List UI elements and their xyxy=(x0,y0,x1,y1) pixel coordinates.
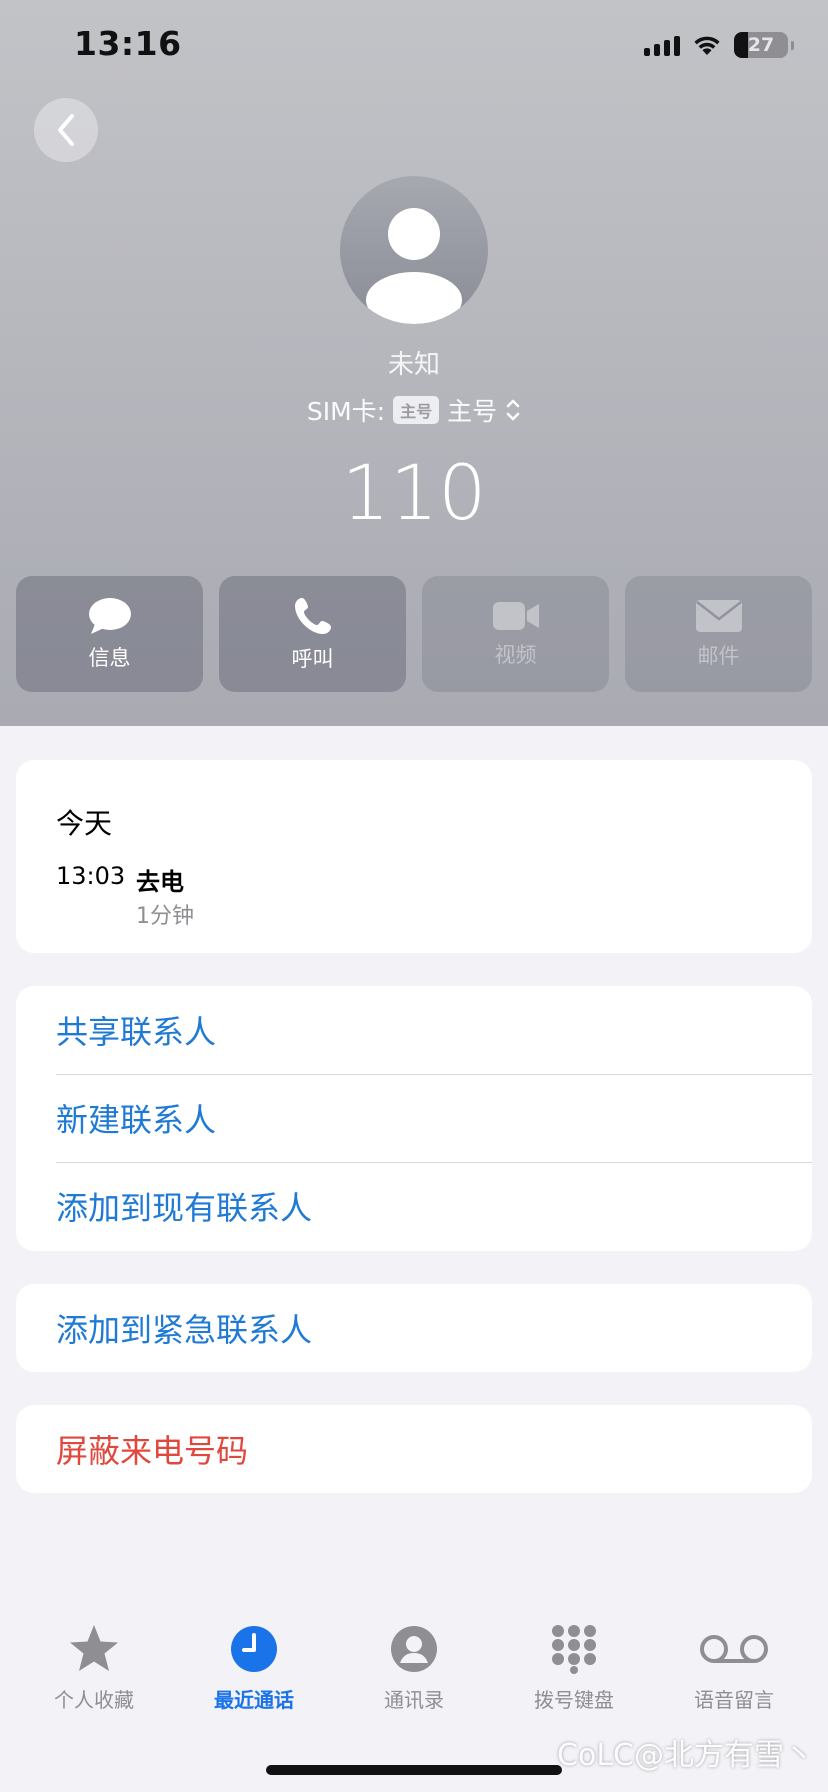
envelope-icon xyxy=(695,600,742,632)
tab-voicemail[interactable]: 语音留言 xyxy=(654,1620,814,1720)
home-indicator[interactable] xyxy=(266,1765,562,1775)
tab-label: 个人收藏 xyxy=(54,1688,134,1712)
sim-selector[interactable]: SIM卡: 主号 主号 xyxy=(0,392,828,428)
tab-bar: 个人收藏 最近通话 通讯录 拨号键盘 语音留言 xyxy=(0,1620,828,1720)
mail-button[interactable]: 邮件 xyxy=(625,576,812,692)
star-icon xyxy=(70,1625,118,1671)
tab-recents[interactable]: 最近通话 xyxy=(174,1620,334,1720)
clock-icon xyxy=(231,1626,277,1672)
tab-favorites[interactable]: 个人收藏 xyxy=(14,1620,174,1720)
voicemail-icon xyxy=(700,1635,768,1663)
person-silhouette-icon xyxy=(366,208,462,324)
tab-keypad[interactable]: 拨号键盘 xyxy=(494,1620,654,1720)
video-camera-icon xyxy=(492,602,539,630)
contact-header: 13:16 27 未知 SIM卡: 主号 主号 110 信息 呼叫 视频 邮件 xyxy=(0,0,828,726)
contact-detail-screen: 13:16 27 未知 SIM卡: 主号 主号 110 信息 呼叫 视频 邮件 … xyxy=(0,0,828,1792)
sim-value: 主号 xyxy=(447,397,498,426)
phone-icon xyxy=(294,598,331,634)
message-bubble-icon xyxy=(88,598,131,634)
status-time: 13:16 xyxy=(74,24,182,63)
video-button[interactable]: 视频 xyxy=(422,576,609,692)
sim-badge: 主号 xyxy=(393,396,440,424)
person-circle-icon xyxy=(391,1626,437,1672)
add-emergency-contact-button[interactable]: 添加到紧急联系人 xyxy=(16,1284,812,1372)
wifi-icon xyxy=(694,36,720,55)
call-button[interactable]: 呼叫 xyxy=(219,576,406,692)
chevron-left-icon xyxy=(58,114,74,146)
recent-call-duration: 1分钟 xyxy=(136,904,194,929)
tab-label: 拨号键盘 xyxy=(534,1688,614,1712)
recent-call-time: 13:03 xyxy=(56,862,126,890)
sim-label: SIM卡: xyxy=(306,397,386,426)
cellular-signal-icon xyxy=(644,34,680,56)
recent-calls-card: 今天 13:03 去电 1分钟 xyxy=(16,760,812,953)
block-caller-button[interactable]: 屏蔽来电号码 xyxy=(16,1405,812,1493)
mail-label: 邮件 xyxy=(697,644,740,668)
call-label: 呼叫 xyxy=(291,647,334,671)
keypad-icon xyxy=(552,1625,596,1674)
tab-label: 通讯录 xyxy=(384,1688,444,1712)
phone-number: 110 xyxy=(341,448,487,537)
message-label: 信息 xyxy=(88,646,131,670)
video-label: 视频 xyxy=(494,643,537,667)
quick-actions: 信息 呼叫 视频 邮件 xyxy=(16,576,812,692)
recent-call-type: 去电 xyxy=(136,868,184,896)
avatar xyxy=(340,176,488,324)
recent-date: 今天 xyxy=(56,807,113,840)
watermark: CoLC@北方有雪丶 xyxy=(557,1738,814,1773)
battery-icon: 27 xyxy=(734,32,794,58)
status-icons: 27 xyxy=(644,30,794,60)
share-contact-button[interactable]: 共享联系人 xyxy=(16,986,812,1074)
new-contact-button[interactable]: 新建联系人 xyxy=(16,1074,812,1162)
contact-name: 未知 xyxy=(387,350,440,380)
message-button[interactable]: 信息 xyxy=(16,576,203,692)
block-card: 屏蔽来电号码 xyxy=(16,1405,812,1493)
contact-options-card: 共享联系人 新建联系人 添加到现有联系人 xyxy=(16,986,812,1251)
tab-contacts[interactable]: 通讯录 xyxy=(334,1620,494,1720)
back-button[interactable] xyxy=(34,98,98,162)
add-to-existing-contact-button[interactable]: 添加到现有联系人 xyxy=(16,1162,812,1250)
tab-label: 最近通话 xyxy=(214,1688,294,1712)
battery-level: 27 xyxy=(747,34,775,56)
tab-label: 语音留言 xyxy=(694,1688,774,1712)
chevron-up-down-icon xyxy=(506,399,520,421)
emergency-card: 添加到紧急联系人 xyxy=(16,1284,812,1372)
